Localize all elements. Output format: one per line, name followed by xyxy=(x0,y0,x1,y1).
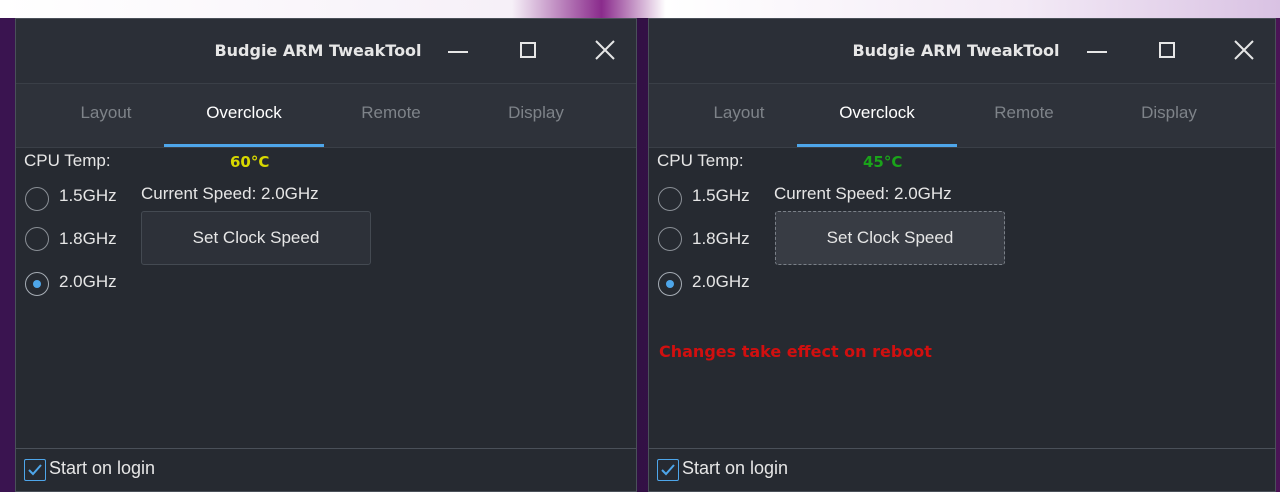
cpu-temp-value: 45°C xyxy=(863,153,903,171)
set-clock-speed-button[interactable]: Set Clock Speed xyxy=(141,211,371,265)
radio-1-5ghz-label[interactable]: 1.5GHz xyxy=(692,186,750,206)
current-speed: Current Speed: 2.0GHz xyxy=(141,184,319,203)
start-on-login-checkbox[interactable] xyxy=(24,459,46,481)
radio-2-0ghz[interactable] xyxy=(25,272,49,296)
tab-bar: Layout Overclock Remote Display xyxy=(649,83,1275,148)
radio-1-8ghz[interactable] xyxy=(25,227,49,251)
title-bar[interactable]: Budgie ARM TweakTool xyxy=(16,19,636,83)
checkmark-icon xyxy=(28,464,42,476)
radio-1-8ghz-label[interactable]: 1.8GHz xyxy=(59,229,117,249)
radio-1-8ghz[interactable] xyxy=(658,227,682,251)
radio-2-0ghz-label[interactable]: 2.0GHz xyxy=(59,272,117,292)
close-button[interactable] xyxy=(1227,33,1261,67)
tab-overclock[interactable]: Overclock xyxy=(797,84,957,147)
maximize-icon xyxy=(520,42,536,58)
cpu-temp-label: CPU Temp: xyxy=(24,151,111,170)
tweaktool-window-1: Budgie ARM TweakTool Layout Overclock Re… xyxy=(15,18,637,492)
start-on-login-checkbox[interactable] xyxy=(657,459,679,481)
desktop-background-top xyxy=(0,0,1280,18)
tab-display[interactable]: Display xyxy=(1109,84,1229,147)
footer: Start on login xyxy=(16,448,636,491)
tab-remote[interactable]: Remote xyxy=(969,84,1079,147)
tweaktool-window-2: Budgie ARM TweakTool Layout Overclock Re… xyxy=(648,18,1276,492)
minimize-icon xyxy=(448,51,468,53)
start-on-login-label[interactable]: Start on login xyxy=(49,458,155,479)
radio-2-0ghz[interactable] xyxy=(658,272,682,296)
tab-layout[interactable]: Layout xyxy=(51,84,161,147)
maximize-button[interactable] xyxy=(1151,33,1185,67)
close-button[interactable] xyxy=(588,33,622,67)
minimize-button[interactable] xyxy=(442,33,476,67)
maximize-button[interactable] xyxy=(512,33,546,67)
start-on-login-label[interactable]: Start on login xyxy=(682,458,788,479)
radio-1-5ghz[interactable] xyxy=(25,187,49,211)
current-speed: Current Speed: 2.0GHz xyxy=(774,184,952,203)
radio-1-8ghz-label[interactable]: 1.8GHz xyxy=(692,229,750,249)
radio-2-0ghz-label[interactable]: 2.0GHz xyxy=(692,272,750,292)
close-icon xyxy=(1234,40,1254,60)
cpu-temp-value: 60°C xyxy=(230,153,270,171)
tab-display[interactable]: Display xyxy=(476,84,596,147)
close-icon xyxy=(595,40,615,60)
minimize-button[interactable] xyxy=(1081,33,1115,67)
tab-bar: Layout Overclock Remote Display xyxy=(16,83,636,148)
footer: Start on login xyxy=(649,448,1275,491)
checkmark-icon xyxy=(661,464,675,476)
radio-1-5ghz-label[interactable]: 1.5GHz xyxy=(59,186,117,206)
radio-1-5ghz[interactable] xyxy=(658,187,682,211)
cpu-temp-label: CPU Temp: xyxy=(657,151,744,170)
tab-overclock[interactable]: Overclock xyxy=(164,84,324,147)
reboot-notice: Changes take effect on reboot xyxy=(659,342,932,361)
tab-remote[interactable]: Remote xyxy=(336,84,446,147)
minimize-icon xyxy=(1087,51,1107,53)
set-clock-speed-button[interactable]: Set Clock Speed xyxy=(775,211,1005,265)
maximize-icon xyxy=(1159,42,1175,58)
title-bar[interactable]: Budgie ARM TweakTool xyxy=(649,19,1275,83)
tab-layout[interactable]: Layout xyxy=(684,84,794,147)
